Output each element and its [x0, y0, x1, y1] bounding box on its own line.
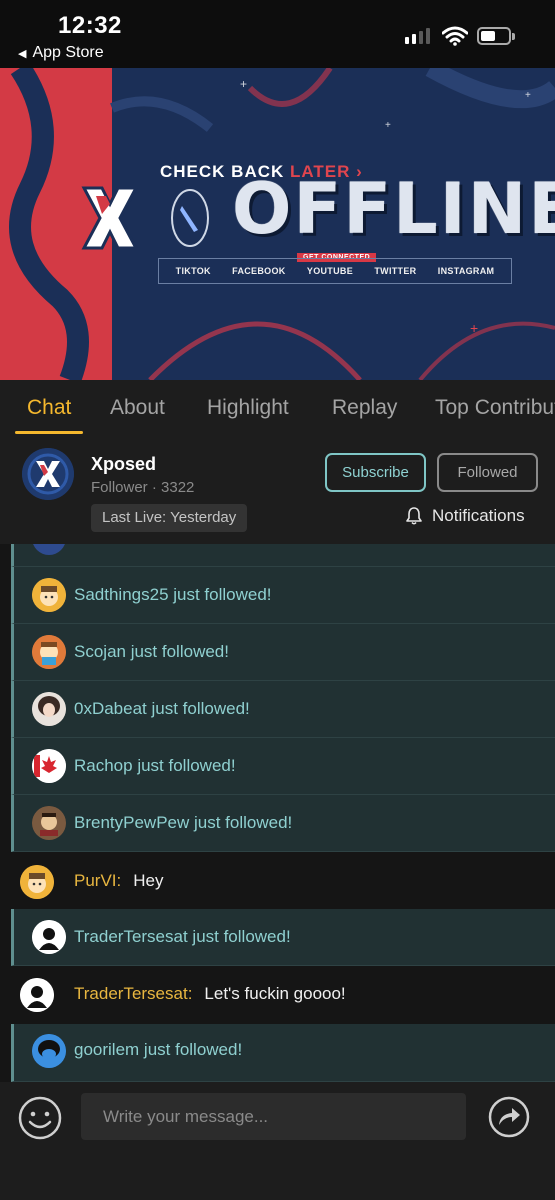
follow-event: Scojan just followed! [11, 624, 555, 681]
facebook-label: FACEBOOK [232, 266, 286, 276]
avatar[interactable] [20, 865, 54, 899]
follow-event: Sadthings25 just followed! [11, 567, 555, 624]
follow-text: goorilem just followed! [74, 1040, 243, 1059]
last-live-badge: Last Live: Yesterday [91, 504, 248, 532]
notifications-label: Notifications [432, 506, 525, 525]
share-icon[interactable] [488, 1096, 530, 1138]
battery-icon [477, 27, 515, 45]
follow-text: 0xDabeat just followed! [74, 699, 250, 718]
youtube-label: YOUTUBE [306, 266, 354, 276]
back-triangle-icon: ◀ [18, 47, 27, 60]
message-input[interactable] [81, 1093, 466, 1140]
follow-event: BrentyPewPew just followed! [11, 795, 555, 852]
follow-text: Scojan just followed! [74, 642, 229, 661]
svg-text:+: + [385, 120, 391, 131]
tab-chat[interactable]: Chat [27, 396, 71, 420]
avatar[interactable] [32, 806, 66, 840]
avatar[interactable] [32, 578, 66, 612]
tab-top-contributors[interactable]: Top Contributors [435, 396, 555, 420]
twitter-label: TWITTER [374, 266, 417, 276]
banner-offline-title: OFFLINE [232, 168, 555, 250]
chat-username[interactable]: PurVI: [74, 871, 121, 890]
svg-text:+: + [240, 77, 247, 91]
avatar[interactable] [32, 749, 66, 783]
message-composer [0, 1082, 555, 1200]
follow-event: TraderTersesat just followed! [11, 909, 555, 966]
wifi-icon [442, 26, 468, 46]
instagram-label: INSTAGRAM [437, 266, 495, 276]
follow-event: goorilem just followed! [11, 1024, 555, 1082]
chat-username[interactable]: TraderTersesat: [74, 984, 192, 1003]
list-item [11, 544, 555, 567]
chat-line: PurVI: Hey [74, 871, 163, 891]
chat-line: TraderTersesat: Let's fuckin goooo! [74, 984, 346, 1004]
follow-event: 0xDabeat just followed! [11, 681, 555, 738]
tiktok-label: TIKTOK [175, 266, 211, 276]
svg-text:+: + [470, 320, 478, 336]
offline-banner: + + + + CHECK BACK LATER › OFFLINE GET C… [0, 68, 555, 380]
avatar [32, 544, 66, 555]
avatar[interactable] [20, 978, 54, 1012]
back-to-app-store[interactable]: ◀ App Store [18, 44, 104, 62]
follow-text: Sadthings25 just followed! [74, 585, 272, 604]
follower-count: Follower · 3322 [91, 479, 195, 496]
follow-text: BrentyPewPew just followed! [74, 813, 293, 832]
subscribe-button[interactable]: Subscribe [325, 453, 426, 492]
followed-button[interactable]: Followed [437, 453, 538, 492]
tab-about[interactable]: About [110, 396, 165, 420]
follow-event: Rachop just followed! [11, 738, 555, 795]
signal-icon [405, 28, 430, 44]
follow-text: Rachop just followed! [74, 756, 236, 775]
channel-header: Xposed Follower · 3322 Last Live: Yester… [0, 436, 555, 544]
follow-text: TraderTersesat just followed! [74, 927, 291, 946]
chat-body: Hey [133, 871, 164, 890]
tab-replay[interactable]: Replay [332, 396, 397, 420]
active-tab-indicator [15, 431, 83, 434]
emoji-icon[interactable] [17, 1095, 63, 1141]
avatar[interactable] [32, 1034, 66, 1068]
chat-feed[interactable]: Sadthings25 just followed! Scojan just f… [0, 544, 555, 1082]
channel-avatar[interactable] [22, 448, 74, 500]
avatar[interactable] [32, 692, 66, 726]
chat-body: Let's fuckin goooo! [204, 984, 346, 1003]
tab-bar: Chat About Highlight Replay Top Contribu… [0, 380, 555, 436]
chat-message: TraderTersesat: Let's fuckin goooo! [0, 966, 555, 1023]
avatar[interactable] [32, 635, 66, 669]
chat-message: PurVI: Hey [0, 852, 555, 909]
avatar[interactable] [32, 920, 66, 954]
channel-name[interactable]: Xposed [91, 454, 156, 475]
svg-text:+: + [525, 90, 531, 101]
status-time: 12:32 [58, 12, 122, 39]
back-label: App Store [32, 44, 104, 61]
tab-highlight[interactable]: Highlight [207, 396, 289, 420]
bell-icon [406, 507, 422, 525]
status-bar: 12:32 ◀ App Store [0, 0, 555, 68]
notifications-toggle[interactable]: Notifications [406, 506, 525, 526]
banner-social-links: TIKTOK FACEBOOK YOUTUBE TWITTER INSTAGRA… [158, 258, 512, 284]
